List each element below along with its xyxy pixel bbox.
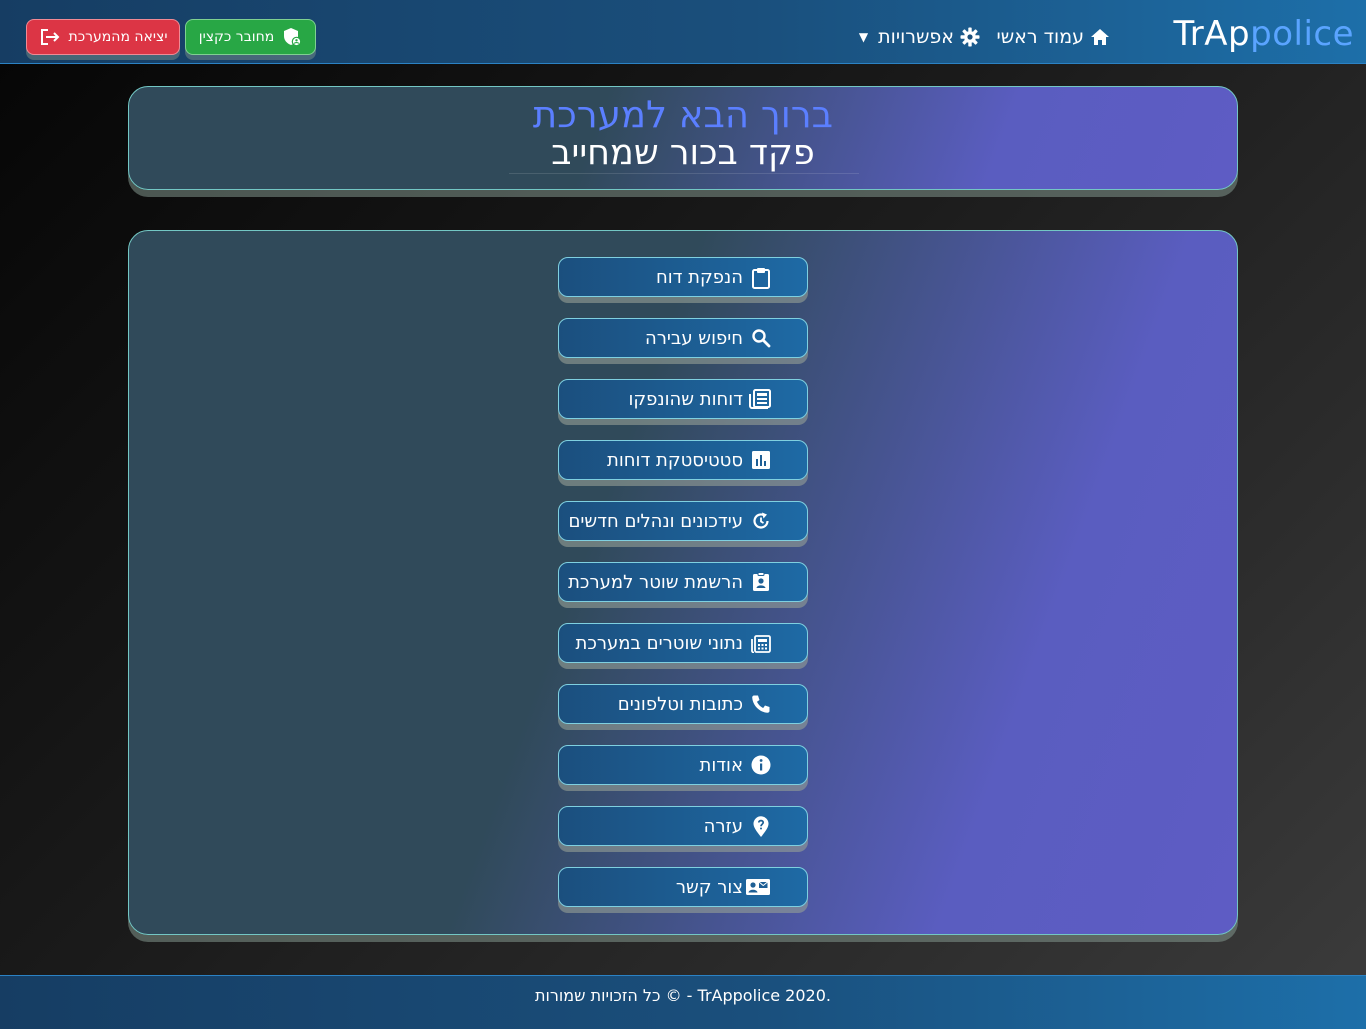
contact-card-icon	[745, 877, 771, 897]
brand-logo[interactable]: TrAppolice	[1174, 14, 1354, 54]
menu-about-button[interactable]: אודות	[558, 745, 808, 785]
menu-issued-reports-button[interactable]: דוחות שהונפקו	[558, 379, 808, 419]
refresh-icon	[751, 511, 771, 531]
menu-help-button[interactable]: עזרה	[558, 806, 808, 846]
menu-report-statistics-button[interactable]: סטטיסטקת דוחות	[558, 440, 808, 480]
logout-button[interactable]: יציאה מהמערכת	[26, 19, 180, 55]
sign-out-icon	[39, 28, 61, 46]
menu-label: עזרה	[703, 815, 743, 837]
menu-contact-button[interactable]: צור קשר	[558, 867, 808, 907]
nav-options-dropdown[interactable]: אפשרויות ▼	[859, 22, 980, 52]
nav-options-label: אפשרויות	[878, 26, 954, 48]
brand-part-2: police	[1250, 14, 1354, 54]
logout-label: יציאה מהמערכת	[68, 29, 168, 45]
menu-search-offense-button[interactable]: חיפוש עבירה	[558, 318, 808, 358]
menu-label: כתובות וטלפונים	[617, 693, 743, 715]
officer-name-title: פקד בכור שמחייב	[551, 133, 815, 173]
menu-label: צור קשר	[675, 876, 743, 898]
phone-icon	[751, 694, 771, 714]
search-icon	[751, 328, 771, 348]
calculator-icon	[751, 633, 771, 653]
clipboard-icon	[751, 267, 771, 289]
home-icon	[1090, 28, 1110, 46]
caret-down-icon: ▼	[858, 30, 869, 44]
menu-label: עידכונים ונהלים חדשים	[568, 510, 743, 532]
menu-issue-report-button[interactable]: הנפקת דוח	[558, 257, 808, 297]
connected-as-officer-button[interactable]: מחובר כקצין	[185, 19, 316, 55]
top-navbar: TrAppolice עמוד ראשי אפשרויות ▼ מחובר כק…	[0, 0, 1366, 64]
menu-label: דוחות שהונפקו	[628, 388, 744, 410]
id-badge-icon	[751, 572, 771, 592]
menu-label: הנפקת דוח	[655, 266, 743, 288]
menu-updates-procedures-button[interactable]: עידכונים ונהלים חדשים	[558, 501, 808, 541]
newspaper-icon	[749, 389, 771, 409]
menu-label: אודות	[699, 754, 744, 776]
welcome-panel: ברוך הבא למערכת פקד בכור שמחייב	[128, 86, 1238, 190]
welcome-title: ברוך הבא למערכת	[532, 93, 834, 136]
footer: כל הזכויות שמורות © - TrAppolice 2020.	[0, 975, 1366, 1029]
menu-register-officer-button[interactable]: הרשמת שוטר למערכת	[558, 562, 808, 602]
menu-officer-data-button[interactable]: נתוני שוטרים במערכת	[558, 623, 808, 663]
menu-label: סטטיסטקת דוחות	[607, 449, 743, 471]
menu-label: חיפוש עבירה	[644, 327, 743, 349]
copyright-text: כל הזכויות שמורות © - TrAppolice 2020.	[535, 986, 831, 1005]
title-divider	[509, 173, 859, 174]
main-menu-panel: הנפקת דוח חיפוש עבירה דוחות שהונפקו סטטי…	[128, 230, 1238, 935]
shield-user-icon	[282, 27, 302, 47]
menu-label: הרשמת שוטר למערכת	[568, 571, 743, 593]
bar-chart-icon	[751, 450, 771, 470]
nav-home-label: עמוד ראשי	[996, 26, 1084, 48]
brand-part-1: TrAp	[1173, 14, 1251, 54]
info-icon	[751, 755, 771, 775]
menu-label: נתוני שוטרים במערכת	[575, 632, 743, 654]
connected-label: מחובר כקצין	[198, 29, 275, 45]
help-pin-icon	[751, 816, 771, 838]
menu-addresses-phones-button[interactable]: כתובות וטלפונים	[558, 684, 808, 724]
gear-icon	[960, 27, 980, 47]
nav-home-link[interactable]: עמוד ראשי	[996, 22, 1110, 52]
